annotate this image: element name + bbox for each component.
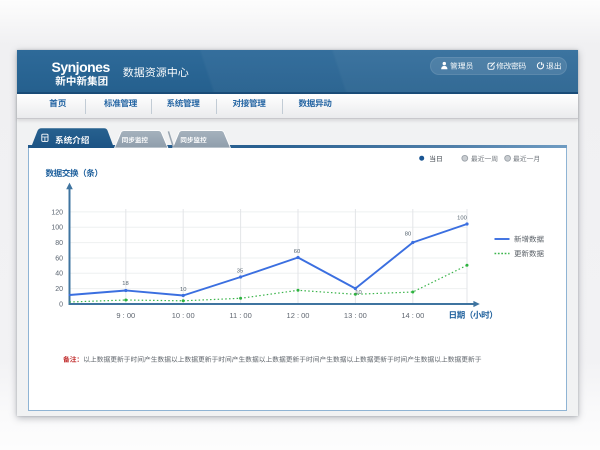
svg-text:60: 60 [294,249,300,255]
svg-text:120: 120 [51,209,63,216]
svg-text:100: 100 [457,215,467,221]
svg-text:12 : 00: 12 : 00 [287,311,310,320]
svg-text:40: 40 [55,271,63,278]
svg-text:11 : 00: 11 : 00 [229,311,251,320]
svg-text:0: 0 [59,301,63,308]
svg-text:35: 35 [237,269,243,275]
svg-text:80: 80 [55,240,63,247]
svg-text:18: 18 [122,281,128,287]
svg-text:14 : 00: 14 : 00 [401,311,424,320]
svg-text:80: 80 [405,232,411,238]
svg-text:10 : 00: 10 : 00 [172,311,195,320]
svg-text:100: 100 [51,225,63,232]
svg-text:13 : 00: 13 : 00 [344,311,367,320]
svg-text:10: 10 [355,290,361,296]
svg-text:20: 20 [55,286,63,293]
svg-text:9 : 00: 9 : 00 [116,311,135,320]
svg-text:60: 60 [55,255,63,262]
svg-text:10: 10 [180,287,186,293]
